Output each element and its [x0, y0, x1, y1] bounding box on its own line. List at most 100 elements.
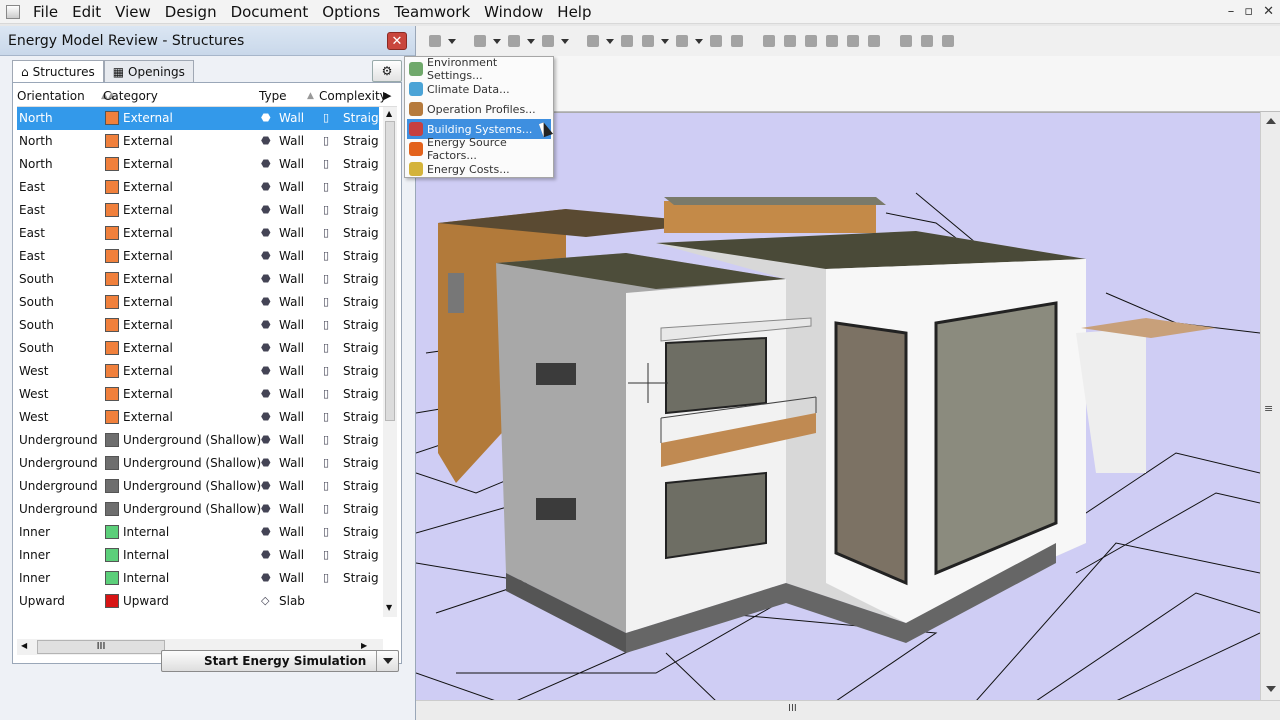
- toolbar-tool-icon[interactable]: [802, 32, 820, 50]
- table-vscroll-thumb[interactable]: [385, 121, 395, 421]
- hscroll-thumb[interactable]: III: [788, 703, 797, 714]
- table-row[interactable]: Upward Upward ◇ Slab: [17, 590, 379, 613]
- orientation-cell: Inner: [19, 571, 51, 585]
- scroll-right-arrow[interactable]: ▶: [361, 641, 367, 650]
- viewport-horizontal-scrollbar[interactable]: III: [416, 700, 1280, 720]
- toolbar-tool-icon[interactable]: [728, 32, 746, 50]
- palette-title-bar[interactable]: Energy Model Review - Structures ✕: [0, 26, 415, 56]
- toolbar-tool-icon[interactable]: [823, 32, 841, 50]
- table-row[interactable]: Underground Underground (Shallow) ⬣ Wall ▯ St…: [17, 452, 379, 475]
- table-row[interactable]: South External ⬣ Wall ▯ Straigh: [17, 337, 379, 360]
- settings-button[interactable]: ⚙: [372, 60, 402, 82]
- toolbar-tool-icon[interactable]: [707, 32, 725, 50]
- table-row[interactable]: Underground Underground (Shallow) ⬣ Wall ▯ St…: [17, 429, 379, 452]
- menu-item-climate-data[interactable]: Climate Data...: [405, 79, 553, 99]
- table-row[interactable]: North External ⬣ Wall ▯ Straigh: [17, 107, 379, 130]
- vscroll-thumb[interactable]: ≡: [1264, 402, 1273, 415]
- viewport-vertical-scrollbar[interactable]: ≡: [1260, 112, 1280, 700]
- toolbar-tool-icon[interactable]: [505, 32, 523, 50]
- upper-wood-volume: [664, 201, 876, 233]
- table-row[interactable]: East External ⬣ Wall ▯ Straigh: [17, 176, 379, 199]
- toolbar-dropdown-arrow[interactable]: [526, 32, 536, 50]
- toolbar-tool-icon[interactable]: [673, 32, 691, 50]
- menu-edit[interactable]: Edit: [65, 0, 108, 24]
- toolbar-tool-icon[interactable]: [639, 32, 657, 50]
- toolbar-dropdown-arrow[interactable]: [694, 32, 704, 50]
- table-row[interactable]: Underground Underground (Shallow) ⬣ Wall ▯ St…: [17, 475, 379, 498]
- toolbar-tool-icon[interactable]: [618, 32, 636, 50]
- menu-file[interactable]: File: [26, 0, 65, 24]
- toolbar-tool-icon[interactable]: [760, 32, 778, 50]
- menu-options[interactable]: Options: [315, 0, 387, 24]
- toolbar-tool-icon[interactable]: [918, 32, 936, 50]
- simulation-dropdown-arrow[interactable]: [376, 651, 398, 671]
- toolbar-dropdown-arrow[interactable]: [660, 32, 670, 50]
- toolbar-tool-icon[interactable]: [939, 32, 957, 50]
- toolbar-tool-icon[interactable]: [426, 32, 444, 50]
- complexity-cell: Straigh: [343, 571, 379, 585]
- menu-item-operation-profiles[interactable]: Operation Profiles...: [405, 99, 553, 119]
- toolbar-dropdown-arrow[interactable]: [605, 32, 615, 50]
- start-energy-simulation-button[interactable]: Start Energy Simulation: [161, 650, 399, 672]
- wall-icon: ⬣: [261, 295, 271, 308]
- toolbar-tool-icon[interactable]: [865, 32, 883, 50]
- menu-item-energy-costs[interactable]: Energy Costs...: [405, 159, 553, 179]
- table-row[interactable]: West External ⬣ Wall ▯ Straigh: [17, 360, 379, 383]
- menu-document[interactable]: Document: [224, 0, 316, 24]
- table-row[interactable]: East External ⬣ Wall ▯ Straigh: [17, 222, 379, 245]
- table-row[interactable]: East External ⬣ Wall ▯ Straigh: [17, 199, 379, 222]
- app-icon[interactable]: [0, 0, 26, 24]
- tab-openings[interactable]: ▦ Openings: [103, 60, 194, 82]
- table-vertical-scrollbar[interactable]: ▲ ▼: [383, 107, 397, 617]
- table-row[interactable]: South External ⬣ Wall ▯ Straigh: [17, 291, 379, 314]
- minimize-button[interactable]: –: [1228, 4, 1235, 19]
- menu-item-energy-source-factors[interactable]: Energy Source Factors...: [405, 136, 553, 162]
- col-orientation[interactable]: Orientation: [17, 89, 85, 103]
- toolbar-dropdown-arrow[interactable]: [447, 32, 457, 50]
- palette-close-button[interactable]: ✕: [387, 32, 407, 50]
- table-row[interactable]: South External ⬣ Wall ▯ Straigh: [17, 314, 379, 337]
- table-row[interactable]: East External ⬣ Wall ▯ Straigh: [17, 245, 379, 268]
- toolbar-tool-icon[interactable]: [897, 32, 915, 50]
- toolbar-tool-icon[interactable]: [781, 32, 799, 50]
- table-row[interactable]: West External ⬣ Wall ▯ Straigh: [17, 383, 379, 406]
- table-row[interactable]: Inner Internal ⬣ Wall ▯ Straigh: [17, 521, 379, 544]
- table-row[interactable]: West External ⬣ Wall ▯ Straigh: [17, 406, 379, 429]
- col-category[interactable]: Category: [103, 89, 158, 103]
- category-cell: External: [123, 157, 173, 171]
- tab-structures[interactable]: ⌂ Structures: [12, 60, 104, 83]
- toolbar-dropdown-arrow[interactable]: [560, 32, 570, 50]
- toolbar-tool-icon[interactable]: [539, 32, 557, 50]
- table-row[interactable]: North External ⬣ Wall ▯ Straigh: [17, 153, 379, 176]
- table-row[interactable]: South External ⬣ Wall ▯ Straigh: [17, 268, 379, 291]
- 3d-viewport[interactable]: [416, 112, 1260, 700]
- type-cell: Wall: [279, 111, 305, 125]
- close-window-button[interactable]: ✕: [1263, 4, 1274, 19]
- table-row[interactable]: North External ⬣ Wall ▯ Straigh: [17, 130, 379, 153]
- scroll-down-arrow[interactable]: [1266, 686, 1276, 692]
- toolbar-dropdown-arrow[interactable]: [492, 32, 502, 50]
- toolbar-tool-icon[interactable]: [844, 32, 862, 50]
- columns-more-arrow-icon[interactable]: ▶: [383, 89, 391, 102]
- scroll-left-arrow[interactable]: ◀: [21, 641, 27, 650]
- col-complexity[interactable]: Complexity: [319, 89, 387, 103]
- toolbar-tool-icon[interactable]: [584, 32, 602, 50]
- scroll-down-arrow[interactable]: ▼: [386, 603, 392, 612]
- menu-design[interactable]: Design: [158, 0, 224, 24]
- restore-button[interactable]: ▫: [1244, 4, 1253, 19]
- table-row[interactable]: Underground Underground (Shallow) ⬣ Wall ▯ St…: [17, 498, 379, 521]
- menu-view[interactable]: View: [108, 0, 158, 24]
- menu-teamwork[interactable]: Teamwork: [387, 0, 477, 24]
- table-row[interactable]: Inner Internal ⬣ Wall ▯ Straigh: [17, 567, 379, 590]
- straight-wall-icon: ▯: [323, 203, 330, 216]
- orientation-cell: West: [19, 387, 49, 401]
- scroll-up-arrow[interactable]: ▲: [386, 109, 392, 118]
- scroll-up-arrow[interactable]: [1266, 118, 1276, 124]
- table-row[interactable]: Inner Internal ⬣ Wall ▯ Straigh: [17, 544, 379, 567]
- menu-item-environment-settings[interactable]: Environment Settings...: [405, 56, 553, 82]
- menu-window[interactable]: Window: [477, 0, 550, 24]
- menu-help[interactable]: Help: [550, 0, 598, 24]
- table-hscroll-thumb[interactable]: III: [37, 640, 165, 654]
- col-type[interactable]: Type: [259, 89, 287, 103]
- toolbar-tool-icon[interactable]: [471, 32, 489, 50]
